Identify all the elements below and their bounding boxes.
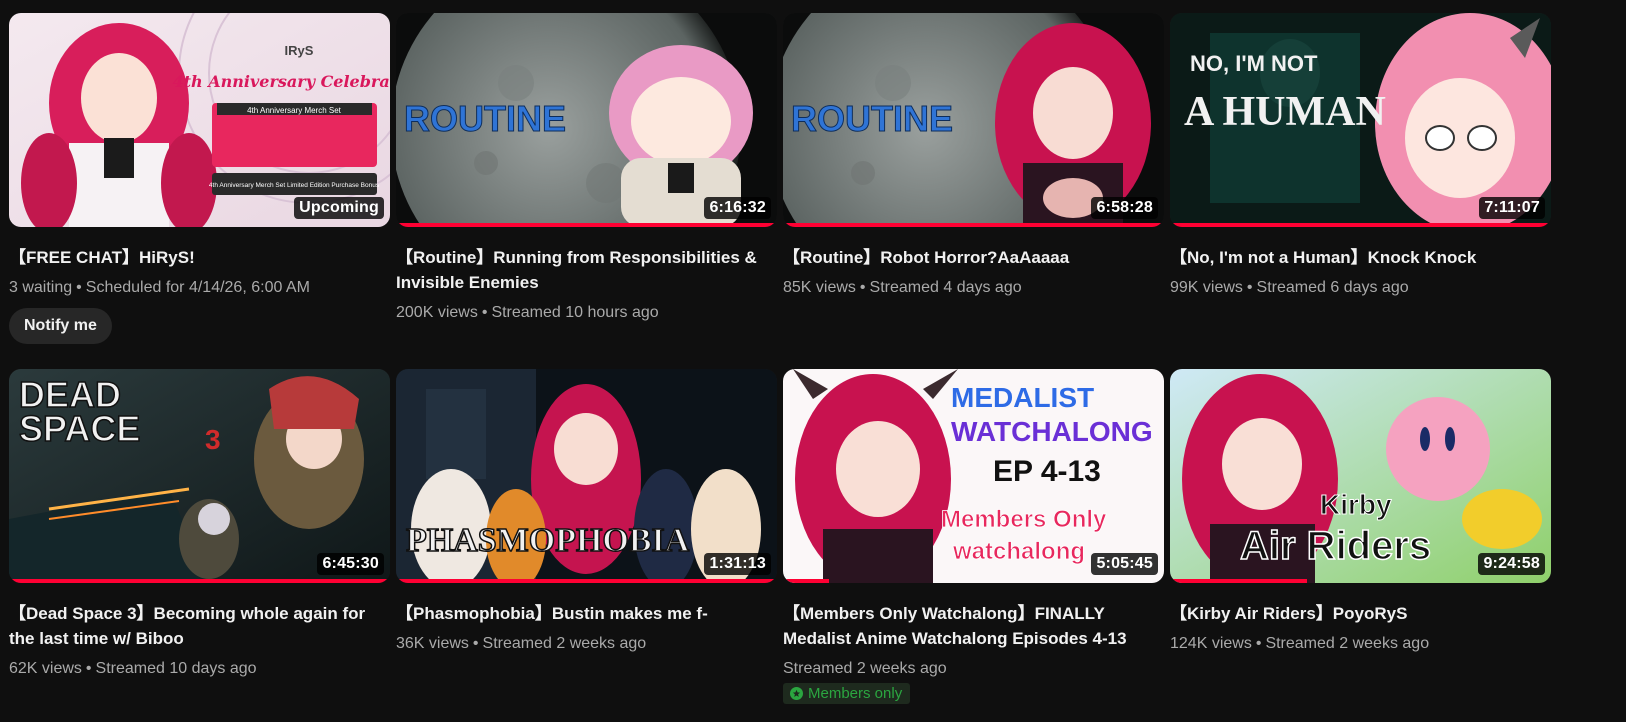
thumb-text: EP 4-13 bbox=[993, 455, 1101, 488]
thumb-text: Kirby bbox=[1320, 489, 1392, 520]
view-count: 200K views bbox=[396, 304, 478, 321]
duration-badge: 6:45:30 bbox=[317, 553, 384, 575]
thumb-text: WATCHALONG bbox=[951, 416, 1153, 447]
video-title[interactable]: 【Kirby Air Riders】PoyoRyS bbox=[1170, 601, 1551, 626]
watch-progress bbox=[396, 223, 777, 227]
stream-date: Streamed 2 weeks ago bbox=[482, 635, 647, 652]
upcoming-badge: Upcoming bbox=[294, 197, 384, 219]
thumb-text: 4th Anniversary Merch Set Limited Editio… bbox=[209, 182, 380, 189]
video-thumbnail[interactable]: Kirby Air Riders 9:24:58 bbox=[1170, 369, 1551, 583]
thumb-text: ROUTINE bbox=[791, 98, 953, 139]
thumb-text: watchalong bbox=[952, 538, 1085, 565]
duration-badge: 1:31:13 bbox=[704, 553, 771, 575]
stream-date: Streamed 10 hours ago bbox=[491, 304, 659, 321]
video-meta: 62K views • Streamed 10 days ago bbox=[9, 660, 257, 677]
thumbnail-image: MEDALIST WATCHALONG EP 4-13 Members Only… bbox=[783, 369, 1164, 583]
video-thumbnail[interactable]: ROUTINE 6:58:28 bbox=[783, 13, 1164, 227]
thumb-text: Air Riders bbox=[1240, 524, 1431, 568]
members-icon bbox=[790, 687, 803, 700]
video-title[interactable]: 【Members Only Watchalong】FINALLY Medalis… bbox=[783, 601, 1164, 651]
video-meta: 85K views • Streamed 4 days ago bbox=[783, 279, 1022, 296]
view-count: 124K views bbox=[1170, 635, 1252, 652]
thumb-text: ROUTINE bbox=[404, 98, 566, 139]
duration-badge: 9:24:58 bbox=[1478, 553, 1545, 575]
thumbnail-image: NO, I'M NOT A HUMAN bbox=[1170, 13, 1551, 227]
thumb-text: IRyS bbox=[285, 43, 314, 58]
video-card[interactable]: ROUTINE 6:16:32 【Routine】Running from Re… bbox=[396, 13, 777, 325]
watch-progress bbox=[783, 579, 829, 583]
video-title[interactable]: 【Routine】Running from Responsibilities &… bbox=[396, 245, 777, 295]
video-card[interactable]: IRyS 4th Anniversary Celebration 4th Ann… bbox=[9, 13, 390, 344]
video-meta: 36K views • Streamed 2 weeks ago bbox=[396, 635, 647, 652]
video-title[interactable]: 【No, I'm not a Human】Knock Knock bbox=[1170, 245, 1551, 270]
video-card[interactable]: NO, I'M NOT A HUMAN 7:11:07 【No, I'm not… bbox=[1170, 13, 1551, 300]
video-title[interactable]: 【Routine】Robot Horror?AaAaaaa bbox=[783, 245, 1164, 270]
video-title[interactable]: 【Phasmophobia】Bustin makes me f- bbox=[396, 601, 777, 626]
thumb-text: 3 bbox=[205, 424, 221, 455]
video-title[interactable]: 【Dead Space 3】Becoming whole again for t… bbox=[9, 601, 390, 651]
thumbnail-image: ROUTINE bbox=[783, 13, 1164, 227]
watch-progress bbox=[1170, 579, 1308, 583]
watch-progress bbox=[396, 579, 777, 583]
video-thumbnail[interactable]: NO, I'M NOT A HUMAN 7:11:07 bbox=[1170, 13, 1551, 227]
video-thumbnail[interactable]: IRyS 4th Anniversary Celebration 4th Ann… bbox=[9, 13, 390, 227]
members-only-label: Members only bbox=[808, 685, 903, 702]
view-count: 62K views bbox=[9, 660, 82, 677]
thumb-text: Members Only bbox=[941, 506, 1107, 533]
stream-date: Streamed 6 days ago bbox=[1256, 279, 1409, 296]
view-count: 36K views bbox=[396, 635, 469, 652]
stream-date: Streamed 2 weeks ago bbox=[1265, 635, 1430, 652]
video-thumbnail[interactable]: MEDALIST WATCHALONG EP 4-13 Members Only… bbox=[783, 369, 1164, 583]
stream-date: Streamed 4 days ago bbox=[869, 279, 1022, 296]
thumb-text: A HUMAN bbox=[1184, 89, 1386, 135]
video-meta: 3 waiting • Scheduled for 4/14/26, 6:00 AM bbox=[9, 279, 310, 296]
thumb-text: PHASMOPHOBIA bbox=[406, 522, 690, 559]
thumb-text: 4th Anniversary Merch Set bbox=[247, 106, 342, 115]
video-meta: 124K views • Streamed 2 weeks ago bbox=[1170, 635, 1430, 652]
video-meta: Streamed 2 weeks ago bbox=[783, 657, 1164, 681]
stream-date: Streamed 10 days ago bbox=[95, 660, 257, 677]
duration-badge: 6:58:28 bbox=[1091, 197, 1158, 219]
thumb-text: SPACE bbox=[19, 408, 140, 449]
view-count: 99K views bbox=[1170, 279, 1243, 296]
video-card[interactable]: MEDALIST WATCHALONG EP 4-13 Members Only… bbox=[783, 369, 1164, 704]
thumbnail-image: Kirby Air Riders bbox=[1170, 369, 1551, 583]
stream-date: Streamed 2 weeks ago bbox=[783, 660, 947, 677]
duration-badge: 7:11:07 bbox=[1479, 197, 1545, 219]
video-title[interactable]: 【FREE CHAT】HiRyS! bbox=[9, 245, 390, 270]
thumb-text: MEDALIST bbox=[951, 382, 1094, 413]
members-only-badge: Members only bbox=[783, 683, 911, 704]
duration-badge: 6:16:32 bbox=[704, 197, 771, 219]
video-thumbnail[interactable]: ROUTINE 6:16:32 bbox=[396, 13, 777, 227]
watch-progress bbox=[9, 579, 390, 583]
thumbnail-image: DEAD SPACE 3 bbox=[9, 369, 390, 583]
duration-badge: 5:05:45 bbox=[1091, 553, 1158, 575]
thumbnail-image: IRyS 4th Anniversary Celebration 4th Ann… bbox=[9, 13, 390, 227]
thumb-text: 4th Anniversary Celebration bbox=[173, 72, 391, 91]
video-card[interactable]: ROUTINE 6:58:28 【Routine】Robot Horror?Aa… bbox=[783, 13, 1164, 300]
video-thumbnail[interactable]: PHASMOPHOBIA 1:31:13 bbox=[396, 369, 777, 583]
video-meta: 200K views • Streamed 10 hours ago bbox=[396, 304, 659, 321]
video-meta: 99K views • Streamed 6 days ago bbox=[1170, 279, 1409, 296]
notify-me-button[interactable]: Notify me bbox=[9, 308, 112, 344]
watch-progress bbox=[783, 223, 1164, 227]
video-card[interactable]: Kirby Air Riders 9:24:58 【Kirby Air Ride… bbox=[1170, 369, 1551, 656]
thumbnail-image: ROUTINE bbox=[396, 13, 777, 227]
waiting-count: 3 waiting bbox=[9, 279, 73, 296]
video-card[interactable]: DEAD SPACE 3 6:45:30 【Dead Space 3】Becom… bbox=[9, 369, 390, 681]
view-count: 85K views bbox=[783, 279, 856, 296]
watch-progress bbox=[1170, 223, 1551, 227]
video-thumbnail[interactable]: DEAD SPACE 3 6:45:30 bbox=[9, 369, 390, 583]
scheduled-time: Scheduled for 4/14/26, 6:00 AM bbox=[85, 279, 310, 296]
thumbnail-image: PHASMOPHOBIA bbox=[396, 369, 777, 583]
thumb-text: NO, I'M NOT bbox=[1190, 51, 1318, 76]
video-card[interactable]: PHASMOPHOBIA 1:31:13 【Phasmophobia】Busti… bbox=[396, 369, 777, 656]
